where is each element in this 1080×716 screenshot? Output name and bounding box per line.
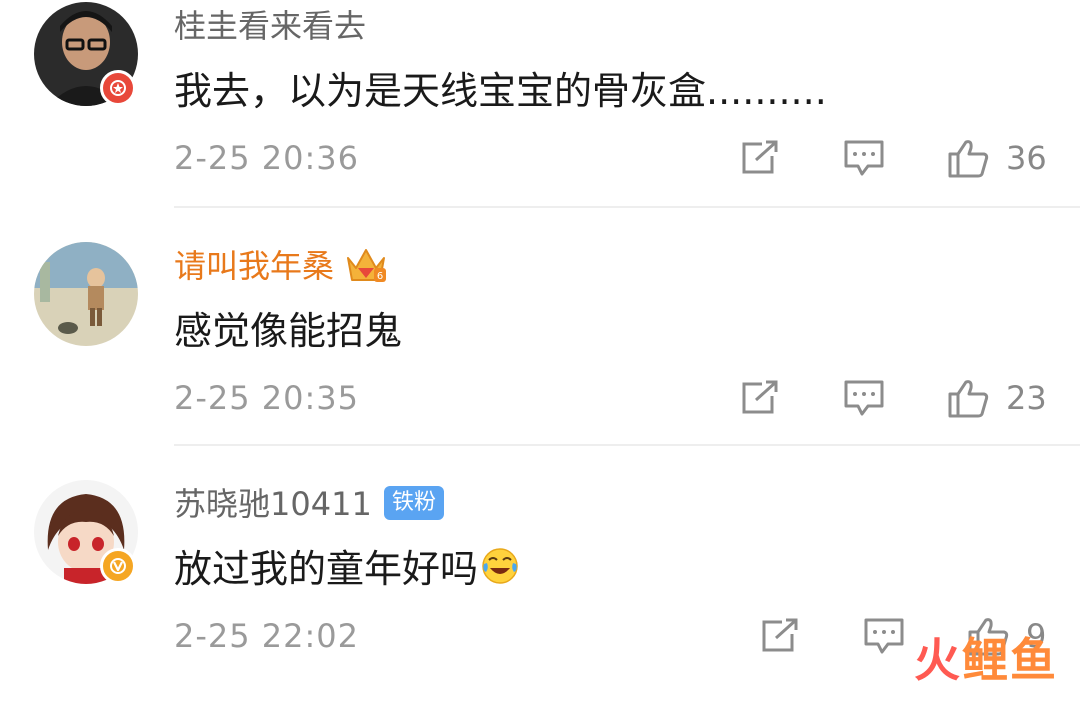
divider (174, 444, 1080, 446)
share-edit-icon[interactable] (738, 378, 782, 418)
avatar[interactable] (34, 242, 138, 346)
divider (174, 206, 1080, 208)
comment-reply-icon[interactable] (842, 138, 886, 178)
share-edit-icon[interactable] (758, 616, 802, 656)
comment-item: 桂圭看来看去 我去，以为是天线宝宝的骨灰盒.......... 2-25 20:… (0, 0, 1080, 238)
comment-reply-icon[interactable] (862, 616, 906, 656)
svg-text:6: 6 (377, 271, 383, 282)
thumbs-up-icon[interactable] (946, 378, 990, 418)
comment-text: 我去，以为是天线宝宝的骨灰盒.......... (174, 69, 827, 113)
timestamp: 2-25 20:35 (174, 379, 360, 417)
weibo-badge-icon (100, 70, 136, 106)
comment-text: 感觉像能招鬼 (174, 309, 403, 353)
like-count: 36 (1006, 139, 1047, 177)
share-edit-icon[interactable] (738, 138, 782, 178)
timestamp: 2-25 20:36 (174, 139, 360, 177)
thumbs-up-icon[interactable] (946, 138, 990, 178)
username[interactable]: 桂圭看来看去 (174, 4, 366, 48)
vip-crown-icon[interactable]: 6 (344, 244, 388, 290)
watermark-part1: 火 (914, 633, 962, 687)
username[interactable]: 请叫我年桑 (174, 244, 334, 288)
laugh-cry-emoji-icon (480, 546, 520, 598)
comment-text-content: 放过我的童年好吗 (174, 547, 479, 591)
watermark-part2: 鲤鱼 (962, 633, 1058, 687)
comment-text: 放过我的童年好吗 (174, 544, 520, 598)
like-count: 23 (1006, 379, 1047, 417)
verified-badge-icon (100, 548, 136, 584)
timestamp: 2-25 22:02 (174, 617, 360, 655)
fan-badge[interactable]: 铁粉 (384, 486, 445, 520)
watermark-logo: 火鲤鱼 (914, 624, 1058, 690)
comment-reply-icon[interactable] (842, 378, 886, 418)
comment-item: 请叫我年桑 6 感觉像能招鬼 2-25 20:35 23 (0, 238, 1080, 478)
username[interactable]: 苏晓驰10411 (174, 482, 372, 526)
